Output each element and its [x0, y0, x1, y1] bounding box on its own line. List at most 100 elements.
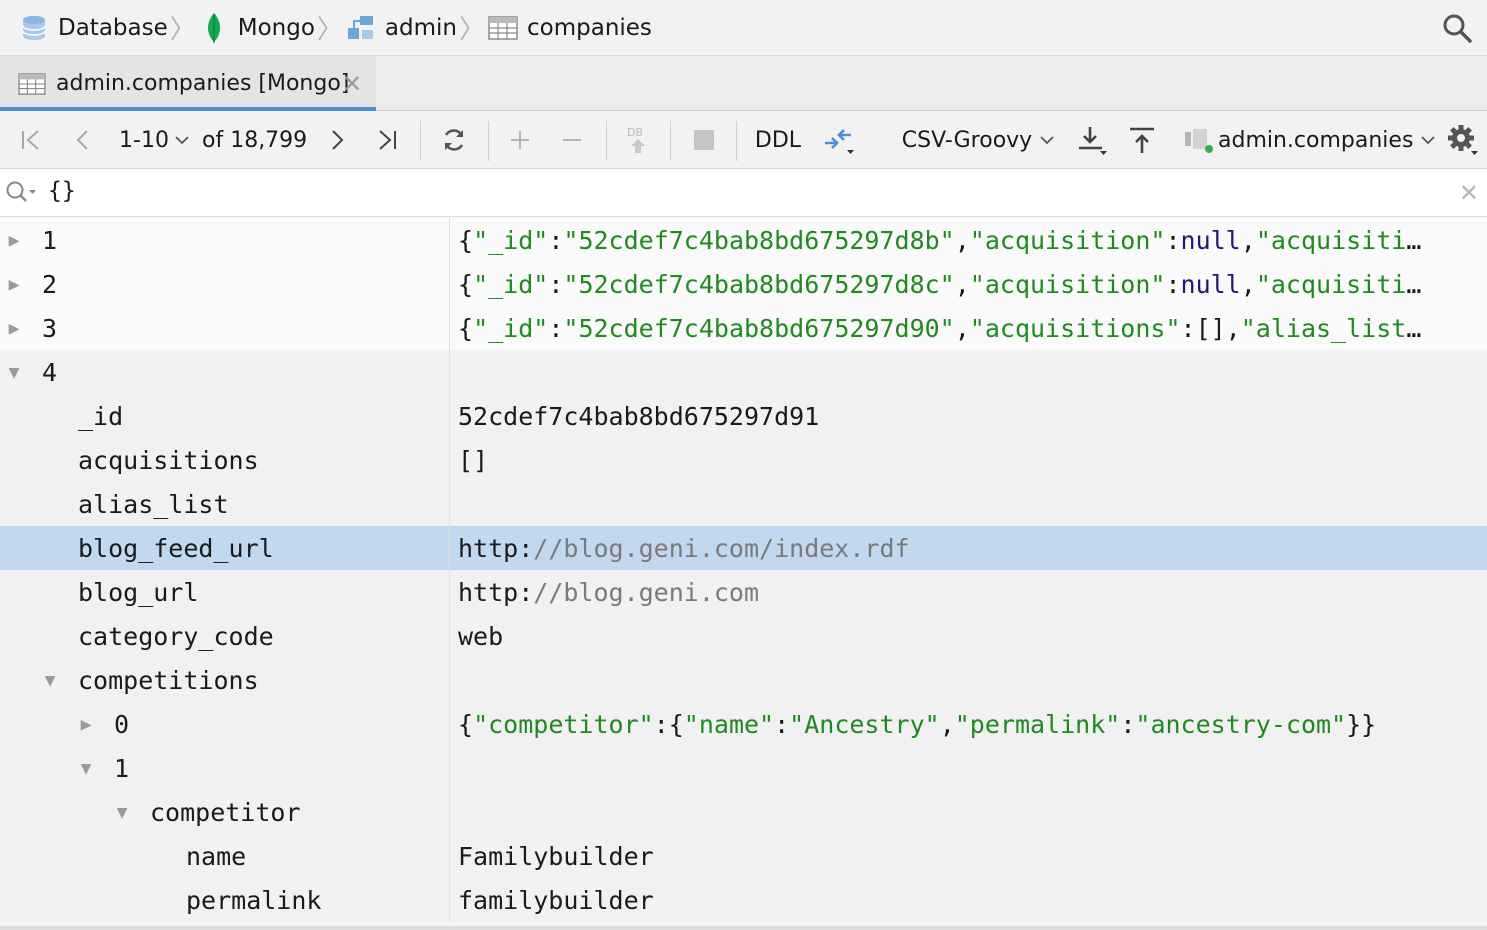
collection-dropdown[interactable]: admin.companies	[1182, 111, 1436, 169]
table-icon	[18, 72, 46, 96]
toolbar-divider	[736, 121, 737, 161]
search-history-icon[interactable]	[4, 179, 38, 207]
table-row[interactable]: _id 52cdef7c4bab8bd675297d91	[0, 394, 1487, 438]
toolbar-divider	[606, 121, 607, 161]
table-row[interactable]: acquisitions []	[0, 438, 1487, 482]
search-icon[interactable]	[1441, 12, 1473, 44]
close-icon[interactable]: ✕	[342, 70, 362, 98]
submit-to-db-button[interactable]: DB	[620, 111, 656, 169]
row-key: blog_feed_url	[0, 526, 449, 570]
table-row[interactable]: ▶ 2 {"_id": "52cdef7c4bab8bd675297d8c", "a…	[0, 262, 1487, 306]
row-key: ▶ 2	[0, 262, 449, 306]
download-icon	[1076, 124, 1108, 156]
row-value	[449, 350, 1487, 394]
export-button[interactable]	[1072, 111, 1112, 169]
table-row[interactable]: permalink familybuilder	[0, 878, 1487, 922]
chevron-down-icon	[1040, 135, 1054, 145]
row-value: []	[449, 438, 1487, 482]
row-value: 52cdef7c4bab8bd675297d91	[449, 394, 1487, 438]
ddl-button[interactable]: DDL	[750, 111, 806, 169]
filter-input[interactable]	[48, 178, 1428, 204]
chevron-right-icon: 〉	[169, 15, 196, 45]
table-row[interactable]: ▼ competitions	[0, 658, 1487, 702]
last-page-button[interactable]	[370, 111, 404, 169]
total-count: of 18,799	[202, 111, 308, 169]
table-row[interactable]: ▶ 1 {"_id": "52cdef7c4bab8bd675297d8b", "a…	[0, 218, 1487, 262]
first-page-button[interactable]	[14, 111, 48, 169]
collapse-arrow-icon[interactable]: ▼	[40, 670, 60, 691]
row-value: {"_id": "52cdef7c4bab8bd675297d90", "acqui…	[449, 306, 1487, 350]
row-value: Familybuilder	[449, 834, 1487, 878]
row-key: ▼ 1	[0, 746, 449, 790]
table-row[interactable]: blog_url http://blog.geni.com	[0, 570, 1487, 614]
breadcrumb: Database 〉 Mongo 〉 admin 〉 companies	[0, 0, 1487, 56]
table-row[interactable]: alias_list	[0, 482, 1487, 526]
stop-button[interactable]	[686, 111, 722, 169]
breadcrumb-item-database[interactable]: Database	[18, 0, 168, 56]
row-key: ▼ competitions	[0, 658, 449, 702]
row-value	[449, 658, 1487, 702]
compare-arrows-icon	[821, 123, 857, 157]
row-key: _id	[0, 394, 449, 438]
compare-button[interactable]	[818, 111, 860, 169]
expand-arrow-icon[interactable]: ▶	[76, 714, 96, 735]
row-value	[449, 482, 1487, 526]
next-page-button[interactable]	[320, 111, 354, 169]
schema-icon	[345, 12, 377, 44]
row-key: blog_url	[0, 570, 449, 614]
ddl-label: DDL	[754, 127, 802, 153]
table-row[interactable]: ▼ 4	[0, 350, 1487, 394]
filter-bar: ✕	[0, 169, 1487, 217]
row-value	[449, 790, 1487, 834]
refresh-button[interactable]	[436, 111, 472, 169]
row-value	[449, 746, 1487, 790]
total-label: of 18,799	[202, 127, 308, 153]
expand-arrow-icon[interactable]: ▶	[4, 318, 24, 339]
row-value: http://blog.geni.com	[449, 570, 1487, 614]
stop-icon	[693, 129, 715, 151]
row-key: ▼ 4	[0, 350, 449, 394]
table-icon	[487, 12, 519, 44]
import-button[interactable]	[1124, 111, 1160, 169]
table-row[interactable]: name Familybuilder	[0, 834, 1487, 878]
breadcrumb-item-admin[interactable]: admin	[345, 0, 457, 56]
previous-page-button[interactable]	[66, 111, 100, 169]
collapse-arrow-icon[interactable]: ▼	[76, 758, 96, 779]
upload-icon	[1128, 126, 1156, 154]
table-row[interactable]: category_code web	[0, 614, 1487, 658]
chevron-right-icon: 〉	[316, 15, 343, 45]
first-page-icon	[20, 129, 42, 151]
breadcrumb-item-mongo[interactable]: Mongo	[198, 0, 315, 56]
collapse-arrow-icon[interactable]: ▼	[112, 802, 132, 823]
collapse-arrow-icon[interactable]: ▼	[4, 362, 24, 383]
breadcrumb-item-companies[interactable]: companies	[487, 0, 652, 56]
tab-admin-companies[interactable]: admin.companies [Mongo] ✕	[0, 56, 376, 112]
table-row[interactable]: ▼ 1	[0, 746, 1487, 790]
chevron-down-icon	[175, 135, 189, 145]
page-size-dropdown[interactable]: 1-10	[116, 111, 192, 169]
database-icon	[18, 12, 50, 44]
breadcrumb-label: Mongo	[237, 14, 315, 41]
clear-filter-icon[interactable]: ✕	[1459, 179, 1479, 207]
expand-arrow-icon[interactable]: ▶	[4, 274, 24, 295]
db-submit-icon: DB	[624, 125, 652, 155]
settings-button[interactable]	[1444, 111, 1482, 169]
extractor-dropdown[interactable]: CSV-Groovy	[898, 111, 1058, 169]
table-row[interactable]: ▼ competitor	[0, 790, 1487, 834]
extractor-label: CSV-Groovy	[901, 127, 1033, 153]
expand-arrow-icon[interactable]: ▶	[4, 230, 24, 251]
table-row[interactable]: ▶ 3 {"_id": "52cdef7c4bab8bd675297d90", "a…	[0, 306, 1487, 350]
table-row-selected[interactable]: blog_feed_url http://blog.geni.com/index…	[0, 526, 1487, 570]
row-key: acquisitions	[0, 438, 449, 482]
toolbar-divider	[420, 121, 421, 161]
toolbar-divider	[670, 121, 671, 161]
tab-label: admin.companies [Mongo]	[56, 71, 350, 96]
delete-row-button[interactable]	[554, 111, 590, 169]
table-row[interactable]: ▶ 0 {"competitor":{"name": "Ancestry", "pe…	[0, 702, 1487, 746]
plus-icon	[509, 129, 531, 151]
chevron-right-icon	[326, 129, 348, 151]
breadcrumb-label: companies	[527, 14, 652, 41]
add-row-button[interactable]	[502, 111, 538, 169]
last-page-icon	[376, 129, 398, 151]
document-tree: ▶ 1 {"_id": "52cdef7c4bab8bd675297d8b", "a…	[0, 218, 1487, 930]
